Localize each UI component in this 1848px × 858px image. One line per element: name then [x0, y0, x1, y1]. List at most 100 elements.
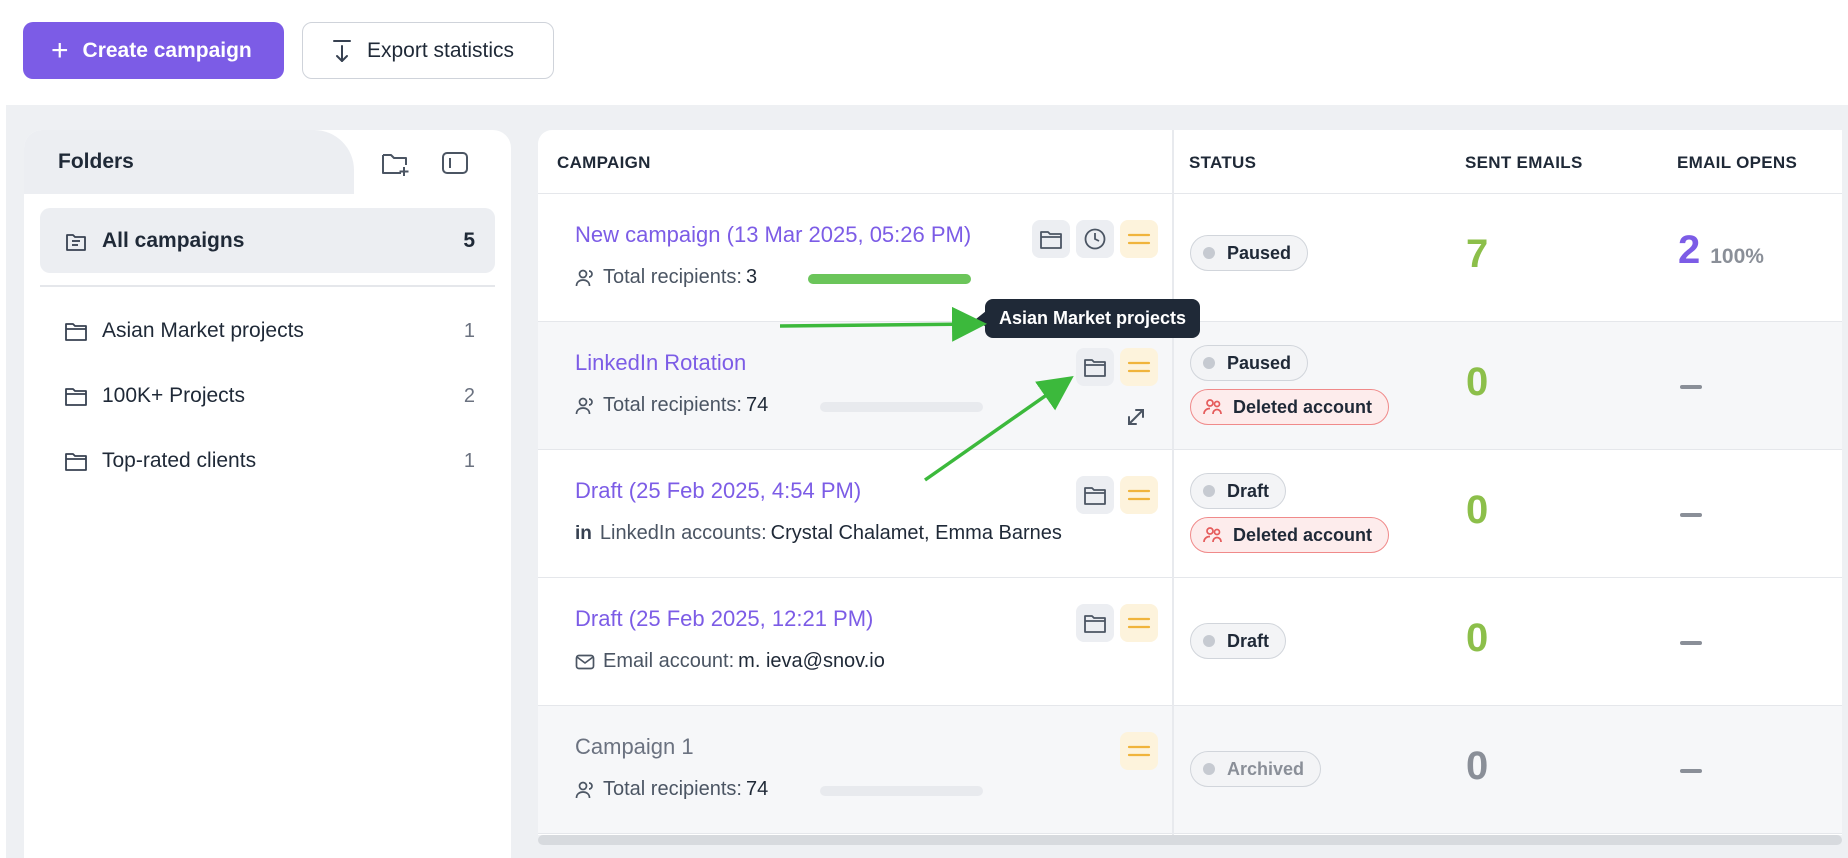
campaign-name-link[interactable]: Draft (25 Feb 2025, 12:21 PM) — [575, 606, 873, 632]
row-actions — [1076, 476, 1158, 514]
folder-label: All campaigns — [102, 228, 245, 252]
column-header-email-opens[interactable]: EMAIL OPENS — [1677, 153, 1797, 173]
expand-button[interactable] — [1125, 406, 1147, 433]
row-actions — [1032, 220, 1158, 258]
status-badge: Draft — [1190, 623, 1287, 659]
collapse-panel-button[interactable] — [439, 147, 471, 179]
campaign-meta: Total recipients: 74 — [575, 778, 768, 801]
export-statistics-button[interactable]: Export statistics — [302, 22, 554, 79]
users-warning-icon — [1203, 527, 1222, 543]
row-actions — [1120, 732, 1158, 770]
campaign-meta: Total recipients: 3 — [575, 266, 757, 289]
campaign-meta: in LinkedIn accounts: Crystal Chalamet, … — [575, 522, 1062, 545]
status-dot — [1203, 357, 1215, 369]
folder-all-campaigns[interactable]: All campaigns 5 — [40, 208, 495, 273]
hamburger-icon — [1127, 745, 1151, 757]
folder-label: 100K+ Projects — [102, 384, 246, 407]
folder-count: 1 — [463, 319, 475, 342]
folders-panel: Folders All campaigns 5 Asian Market pro… — [24, 130, 511, 858]
folders-actions — [379, 147, 471, 179]
meta-value: m. ieva@snov.io — [738, 650, 885, 672]
sent-emails-value: 0 — [1466, 744, 1489, 788]
campaign-name-link[interactable]: New campaign (13 Mar 2025, 05:26 PM) — [575, 222, 971, 248]
create-campaign-label: Create campaign — [82, 38, 252, 62]
expand-icon — [1128, 409, 1144, 425]
column-header-status[interactable]: STATUS — [1189, 153, 1256, 173]
folder-tooltip: Asian Market projects — [975, 299, 1201, 338]
download-icon — [333, 39, 351, 62]
progress-fill — [808, 274, 971, 284]
meta-label: Total recipients: — [603, 266, 742, 288]
column-separator — [1172, 130, 1174, 835]
email-opens-empty — [1680, 641, 1702, 645]
campaign-name-link[interactable]: LinkedIn Rotation — [575, 350, 746, 376]
horizontal-scrollbar[interactable] — [538, 835, 1842, 845]
table-row[interactable]: LinkedIn Rotation Total recipients: 74 P… — [538, 322, 1842, 450]
create-campaign-button[interactable]: + Create campaign — [23, 22, 284, 79]
move-to-folder-button[interactable] — [1076, 476, 1114, 514]
folder-plus-icon — [382, 154, 409, 176]
recipients-progress — [820, 402, 983, 412]
table-row[interactable]: Draft (25 Feb 2025, 12:21 PM) Email acco… — [538, 578, 1842, 706]
users-icon — [575, 781, 593, 798]
recipients-progress — [808, 274, 971, 284]
email-opens-empty — [1680, 769, 1702, 773]
sidebar-icon — [442, 152, 468, 174]
meta-value: Crystal Chalamet, Emma Barnes — [770, 522, 1062, 544]
export-statistics-label: Export statistics — [367, 38, 515, 62]
table-row[interactable]: Draft (25 Feb 2025, 4:54 PM) in LinkedIn… — [538, 450, 1842, 578]
email-opens: 2 100% — [1678, 228, 1764, 273]
users-icon — [575, 269, 593, 286]
column-header-campaign[interactable]: CAMPAIGN — [557, 153, 651, 173]
table-header: CAMPAIGN STATUS SENT EMAILS EMAIL OPENS — [538, 130, 1842, 194]
hamburger-icon — [1127, 233, 1151, 245]
folders-title: Folders — [58, 150, 134, 173]
row-menu-button[interactable] — [1120, 476, 1158, 514]
move-to-folder-button[interactable] — [1032, 220, 1070, 258]
folders-divider — [40, 285, 495, 287]
campaign-meta: Email account: m. ieva@snov.io — [575, 650, 885, 673]
folders-header: Folders — [24, 130, 511, 194]
move-to-folder-button[interactable] — [1076, 604, 1114, 642]
row-menu-button[interactable] — [1120, 220, 1158, 258]
folder-icon — [1084, 359, 1106, 377]
meta-label: Total recipients: — [603, 394, 742, 416]
table-row[interactable]: Campaign 1 Total recipients: 74 Archived… — [538, 706, 1842, 834]
meta-label: Email account: — [603, 650, 735, 672]
status-badge: Archived — [1190, 751, 1322, 787]
folder-icon — [65, 323, 87, 341]
new-folder-button[interactable] — [379, 147, 411, 179]
row-actions — [1076, 348, 1158, 386]
folder-icon — [65, 388, 87, 406]
status-badge: Draft — [1190, 473, 1287, 509]
folder-label: Asian Market projects — [102, 319, 304, 342]
meta-value: 3 — [745, 266, 758, 288]
campaign-meta: Total recipients: 74 — [575, 394, 768, 417]
row-menu-button[interactable] — [1120, 604, 1158, 642]
folder-icon — [1084, 487, 1106, 505]
recipients-progress — [820, 786, 983, 796]
move-to-folder-button[interactable] — [1076, 348, 1114, 386]
folder-item[interactable]: 100K+ Projects 2 — [64, 376, 495, 416]
campaign-name-link[interactable]: Draft (25 Feb 2025, 4:54 PM) — [575, 478, 861, 504]
status-dot — [1203, 763, 1215, 775]
plus-icon: + — [51, 33, 69, 67]
folder-item[interactable]: Asian Market projects 1 — [64, 311, 495, 351]
status-badge: Paused — [1190, 345, 1309, 381]
campaign-name-link[interactable]: Campaign 1 — [575, 734, 694, 760]
column-header-sent-emails[interactable]: SENT EMAILS — [1465, 153, 1583, 173]
linkedin-icon: in — [575, 522, 592, 544]
schedule-button[interactable] — [1076, 220, 1114, 258]
folder-count: 1 — [463, 449, 475, 472]
status-badge: Paused — [1190, 235, 1309, 271]
row-menu-button[interactable] — [1120, 732, 1158, 770]
status-dot — [1203, 247, 1215, 259]
folder-item[interactable]: Top-rated clients 1 — [64, 441, 495, 481]
row-menu-button[interactable] — [1120, 348, 1158, 386]
sent-emails-value: 7 — [1466, 232, 1489, 276]
row-actions — [1076, 604, 1158, 642]
hamburger-icon — [1127, 489, 1151, 501]
campaigns-table: CAMPAIGN STATUS SENT EMAILS EMAIL OPENS … — [538, 130, 1842, 835]
deleted-account-badge: Deleted account — [1190, 389, 1390, 425]
status-label: Paused — [1227, 242, 1292, 263]
